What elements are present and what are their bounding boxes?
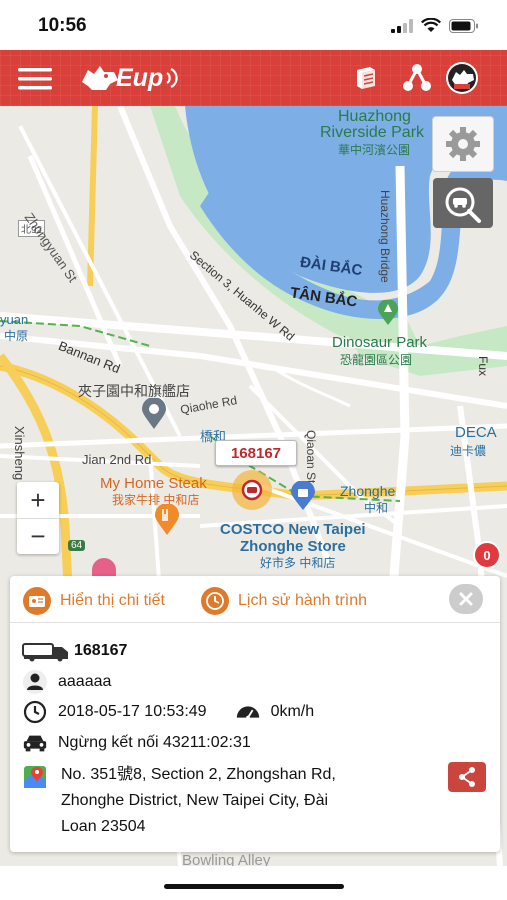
vehicle-marker-icon <box>241 479 263 501</box>
park-pin-icon <box>378 299 398 325</box>
app-header: Eup <box>0 50 507 106</box>
truck-icon <box>22 638 70 664</box>
map-label-route-64: 64 <box>68 540 86 551</box>
map-label-jian-2nd-rd: Jian 2nd Rd <box>82 452 152 467</box>
eup-logo: Eup <box>80 60 179 96</box>
wifi-icon <box>421 18 441 32</box>
vehicle-info-panel: Hiển thị chi tiết Lịch sử hành trình 168… <box>10 576 500 852</box>
hamburger-icon <box>18 68 52 90</box>
alert-badge[interactable]: 0 <box>473 541 501 569</box>
shopping-pin[interactable] <box>290 480 316 511</box>
panel-divider <box>10 622 500 623</box>
id-card-icon <box>23 587 51 615</box>
vehicle-id: 168167 <box>74 642 128 659</box>
store-pin[interactable] <box>141 397 167 430</box>
vehicle-marker[interactable] <box>232 470 272 510</box>
settings-button[interactable] <box>432 116 494 172</box>
wolf-logo-icon <box>82 66 118 90</box>
status-time: 10:56 <box>38 15 87 36</box>
driver-row: aaaaaa <box>22 669 111 695</box>
address-text: No. 351號8, Section 2, Zhongshan Rd, Zhon… <box>61 762 411 840</box>
trip-history-label: Lịch sử hành trình <box>238 592 368 609</box>
alert-count: 0 <box>483 547 491 563</box>
speed-value: 0km/h <box>270 703 315 720</box>
map-label-dinosaur-park: Dinosaur Park <box>332 334 428 351</box>
vehicle-tag-label: 168167 <box>230 444 282 462</box>
map-label-riverside-park: Riverside Park <box>320 124 425 141</box>
map-label-my-home-steak: My Home Steak <box>100 475 207 492</box>
map-label-deca: DECA <box>455 424 497 441</box>
show-detail-label: Hiển thị chi tiết <box>60 592 165 609</box>
datetime-row: 2018-05-17 10:53:49 0km/h <box>22 699 314 725</box>
speedometer-icon <box>235 699 261 725</box>
map-label-yuan: yuan <box>0 312 29 327</box>
cellular-signal-icon <box>391 18 413 33</box>
manual-book-button[interactable] <box>352 64 380 92</box>
connection-status: Ngừng kết nối 43211:02:31 <box>58 734 251 751</box>
share-network-button[interactable] <box>402 63 432 93</box>
hamburger-menu-button[interactable] <box>18 67 52 91</box>
share-address-button[interactable] <box>448 762 486 792</box>
book-icon <box>357 67 375 89</box>
map-label-huazhong-bridge: Huazhong Bridge <box>378 190 392 283</box>
home-indicator <box>164 884 344 889</box>
map-label-zhonghe: Zhonghe <box>340 483 396 499</box>
vehicle-tag[interactable]: 168167 <box>215 440 297 466</box>
map-label-dinosaur-park-cn: 恐龍園區公園 <box>340 353 413 367</box>
restaurant-pin[interactable] <box>154 503 180 536</box>
map-label-zhongyuan-cn: 中原 <box>4 329 29 343</box>
map-label-qiaoan-st: Qiaoan St <box>304 430 318 484</box>
map-label-deca-cn: 迪卡儂 <box>450 444 487 458</box>
gear-icon <box>446 127 480 161</box>
restaurant-pin-icon <box>155 503 179 535</box>
vehicle-search-icon <box>445 187 481 223</box>
address-line-3: Loan 23504 <box>61 818 146 835</box>
map-label-costco-2: Zhonghe Store <box>240 538 346 555</box>
car-icon <box>22 730 48 756</box>
map-label-bowling: Bowling Alley <box>182 852 271 866</box>
map-label-costco-cn: 好市多 中和店 <box>260 556 336 570</box>
trip-history-button[interactable]: Lịch sử hành trình <box>200 586 367 616</box>
signal-waves-icon <box>166 68 178 88</box>
close-icon <box>459 592 473 606</box>
driver-name: aaaaaa <box>58 673 112 690</box>
status-icons <box>391 18 479 33</box>
address-line-1: No. 351號8, Section 2, Zhongshan Rd, <box>61 766 336 783</box>
maps-icon <box>22 764 48 790</box>
zoom-out-button[interactable]: − <box>17 519 59 554</box>
vehicle-search-button[interactable] <box>433 178 493 228</box>
zoom-control: + − <box>17 482 59 554</box>
avatar-logo-icon <box>448 64 476 92</box>
map-label-zhonghe-cn: 中和 <box>364 501 389 515</box>
map-label-fuxi: Fux <box>476 356 490 377</box>
map-label-jiazi-store: 夾子園中和旗艦店 <box>78 383 190 399</box>
show-detail-button[interactable]: Hiển thị chi tiết <box>22 586 165 616</box>
clock-icon <box>22 699 48 725</box>
dinosaur-park-pin[interactable] <box>377 299 399 326</box>
user-avatar-button[interactable] <box>446 62 478 94</box>
place-pin-icon <box>142 397 166 429</box>
address-line-2: Zhonghe District, New Taipei City, Đài <box>61 792 329 809</box>
zoom-in-button[interactable]: + <box>17 482 59 519</box>
person-icon <box>22 669 48 695</box>
shopping-bag-pin-icon <box>291 480 315 510</box>
map-label-riverside-park-cn: 華中河濱公園 <box>338 143 411 157</box>
vehicle-id-row: 168167 <box>22 638 127 664</box>
map-label-costco-1: COSTCO New Taipei <box>220 521 366 538</box>
close-panel-button[interactable] <box>449 584 483 614</box>
clock-history-icon <box>201 587 229 615</box>
status-row: Ngừng kết nối 43211:02:31 <box>22 730 251 756</box>
network-nodes-icon <box>403 64 431 91</box>
battery-icon <box>449 18 478 33</box>
partial-pin <box>92 558 116 578</box>
logo-text: Eup <box>116 63 164 92</box>
map-label-xinsheng: Xinsheng <box>12 426 27 481</box>
datetime-value: 2018-05-17 10:53:49 <box>58 703 207 720</box>
share-icon <box>459 767 475 787</box>
status-bar: 10:56 <box>0 0 507 50</box>
